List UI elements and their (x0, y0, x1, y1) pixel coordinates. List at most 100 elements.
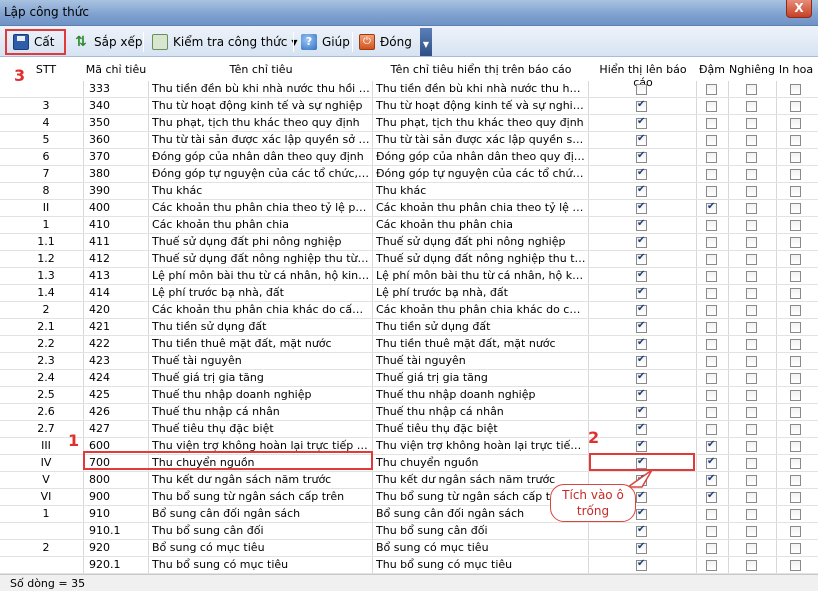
col-header-name[interactable]: Tên chỉ tiêu (150, 63, 372, 76)
checkbox-bold[interactable] (706, 135, 717, 146)
checkbox-bold[interactable] (706, 439, 717, 452)
cell-stt[interactable]: 2 (22, 302, 70, 319)
checkbox-bold[interactable] (706, 543, 717, 554)
checkbox-bold[interactable] (706, 560, 717, 571)
checkbox-upper[interactable] (790, 509, 801, 520)
checkbox-show[interactable] (636, 116, 647, 129)
checkbox-show[interactable] (636, 201, 647, 214)
cell-stt[interactable]: 2.7 (22, 421, 70, 438)
checkbox-upper[interactable] (790, 339, 801, 350)
checkbox-show[interactable] (636, 388, 647, 401)
cell-code[interactable]: 380 (89, 166, 147, 183)
window-close-button[interactable]: X (786, 0, 812, 18)
cell-code[interactable]: 411 (89, 234, 147, 251)
checkbox-italic[interactable] (746, 254, 757, 265)
checkbox-show[interactable] (636, 354, 647, 367)
checkbox-italic[interactable] (746, 543, 757, 554)
checkbox-upper[interactable] (790, 271, 801, 282)
checkbox-bold[interactable] (706, 237, 717, 248)
table-row[interactable]: 2 420 Các khoản thu phân chia khác do cấp … (0, 302, 818, 319)
checkbox-show[interactable] (636, 473, 647, 486)
checkbox-italic[interactable] (746, 135, 757, 146)
checkbox-bold[interactable] (706, 490, 717, 503)
checkbox-show[interactable] (636, 337, 647, 350)
checkbox-upper[interactable] (790, 203, 801, 214)
checkbox-bold[interactable] (706, 152, 717, 163)
checkbox-bold[interactable] (706, 473, 717, 486)
col-header-upper[interactable]: In hoa (777, 63, 815, 76)
checkbox-italic[interactable] (746, 373, 757, 384)
table-row[interactable]: II 400 Các khoản thu phân chia theo tỷ lệ … (0, 200, 818, 217)
checkbox-upper[interactable] (790, 254, 801, 265)
checkbox-italic[interactable] (746, 560, 757, 571)
checkbox-upper[interactable] (790, 305, 801, 316)
cell-stt[interactable]: 2.1 (22, 319, 70, 336)
cell-stt[interactable] (22, 557, 70, 574)
cell-code[interactable]: 900 (89, 489, 147, 506)
cell-name[interactable]: Thu bổ sung có mục tiêu (152, 557, 370, 574)
cell-name[interactable]: Lệ phí môn bài thu từ cá nhân, hộ kinh d… (152, 268, 370, 285)
cell-name[interactable]: Thuế thu nhập cá nhân (152, 404, 370, 421)
checkbox-show[interactable] (636, 133, 647, 146)
checkbox-upper[interactable] (790, 152, 801, 163)
cell-stt[interactable] (22, 523, 70, 540)
cell-stt[interactable]: 1.3 (22, 268, 70, 285)
checkbox-bold[interactable] (706, 118, 717, 129)
cell-name[interactable]: Thuế thu nhập doanh nghiệp (152, 387, 370, 404)
checkbox-upper[interactable] (790, 407, 801, 418)
table-row[interactable]: 920.1 Thu bổ sung có mục tiêu Thu bổ sung … (0, 557, 818, 574)
checkbox-italic[interactable] (746, 152, 757, 163)
table-row[interactable]: 1.1 411 Thuế sử dụng đất phi nông nghiệp Th… (0, 234, 818, 251)
checkbox-upper[interactable] (790, 135, 801, 146)
checkbox-upper[interactable] (790, 186, 801, 197)
cell-display-name[interactable]: Thuế tài nguyên (376, 353, 586, 370)
cell-display-name[interactable]: Thu chuyển nguồn (376, 455, 586, 472)
cell-display-name[interactable]: Thu bổ sung cân đối (376, 523, 586, 540)
cell-stt[interactable]: 1 (22, 506, 70, 523)
checkbox-italic[interactable] (746, 441, 757, 452)
cell-code[interactable]: 425 (89, 387, 147, 404)
checkbox-show[interactable] (636, 218, 647, 231)
cell-stt[interactable]: 6 (22, 149, 70, 166)
checkbox-show[interactable] (636, 524, 647, 537)
checkbox-upper[interactable] (790, 322, 801, 333)
cell-display-name[interactable]: Thu khác (376, 183, 586, 200)
cell-code[interactable]: 413 (89, 268, 147, 285)
cell-display-name[interactable]: Thuế thu nhập doanh nghiệp (376, 387, 586, 404)
checkbox-upper[interactable] (790, 101, 801, 112)
checkbox-show[interactable] (636, 99, 647, 112)
cell-display-name[interactable]: Đóng góp của nhân dân theo quy định (376, 149, 586, 166)
table-row[interactable]: 333 Thu tiền đền bù khi nhà nước thu hồi … (0, 81, 818, 98)
cell-display-name[interactable]: Các khoản thu phân chia (376, 217, 586, 234)
checkbox-show[interactable] (636, 490, 647, 503)
cell-stt[interactable]: 3 (22, 98, 70, 115)
cell-code[interactable]: 426 (89, 404, 147, 421)
table-row[interactable]: 2.2 422 Thu tiền thuê mặt đất, mặt nước Thu… (0, 336, 818, 353)
checkbox-show[interactable] (636, 150, 647, 163)
cell-stt[interactable]: 2.3 (22, 353, 70, 370)
cell-name[interactable]: Thu bổ sung cân đối (152, 523, 370, 540)
checkbox-bold[interactable] (706, 254, 717, 265)
table-row[interactable]: 1.4 414 Lệ phí trước bạ nhà, đất Lệ phí trư… (0, 285, 818, 302)
table-row[interactable]: 2.7 427 Thuế tiêu thụ đặc biệt Thuế tiêu th… (0, 421, 818, 438)
checkbox-italic[interactable] (746, 305, 757, 316)
checkbox-bold[interactable] (706, 84, 717, 95)
checkbox-upper[interactable] (790, 560, 801, 571)
checkbox-italic[interactable] (746, 526, 757, 537)
checkbox-italic[interactable] (746, 84, 757, 95)
cell-display-name[interactable]: Thuế sử dụng đất nông nghiệp thu từ hộ..… (376, 251, 586, 268)
checkbox-show[interactable] (636, 320, 647, 333)
cell-code[interactable]: 414 (89, 285, 147, 302)
cell-display-name[interactable]: Thu bổ sung có mục tiêu (376, 557, 586, 574)
table-row[interactable]: 7 380 Đóng góp tự nguyện của các tổ chức, … (0, 166, 818, 183)
table-row[interactable]: 8 390 Thu khác Thu khác (0, 183, 818, 200)
toolbar-overflow-button[interactable]: ▼ (420, 28, 432, 56)
cell-stt[interactable]: 4 (22, 115, 70, 132)
checkbox-bold[interactable] (706, 424, 717, 435)
checkbox-show[interactable] (636, 252, 647, 265)
checkbox-upper[interactable] (790, 475, 801, 486)
col-header-stt[interactable]: STT (22, 63, 70, 76)
cell-code[interactable]: 423 (89, 353, 147, 370)
cell-name[interactable]: Thuế tài nguyên (152, 353, 370, 370)
cell-display-name[interactable]: Thuế thu nhập cá nhân (376, 404, 586, 421)
